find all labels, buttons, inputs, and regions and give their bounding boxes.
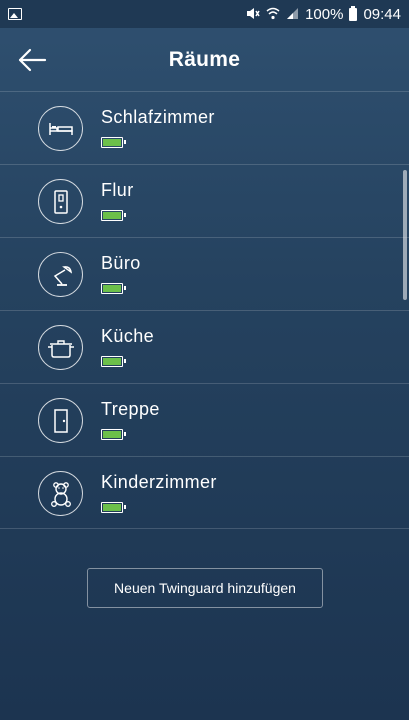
bed-icon: [38, 106, 83, 151]
room-name: Büro: [101, 253, 141, 273]
room-name: Kinderzimmer: [101, 472, 217, 492]
battery-fill: [103, 504, 121, 511]
battery-fill: [103, 285, 121, 292]
battery-indicator: [101, 502, 126, 513]
page-title: Räume: [168, 48, 241, 71]
battery-fill: [103, 358, 121, 365]
battery-indicator: [101, 283, 126, 294]
room-name: Schlafzimmer: [101, 107, 215, 127]
room-name: Küche: [101, 326, 155, 346]
room-item-flur[interactable]: Flur: [0, 164, 409, 237]
battery-indicator: [101, 210, 126, 221]
gallery-icon: [8, 8, 22, 20]
room-item-kinderzimmer[interactable]: Kinderzimmer: [0, 456, 409, 529]
app-header: Räume: [0, 28, 409, 92]
battery-indicator: [101, 137, 126, 148]
battery-indicator: [101, 429, 126, 440]
back-button[interactable]: [14, 42, 50, 78]
clock: 09:44: [363, 5, 401, 23]
room-item-buero[interactable]: Büro: [0, 237, 409, 310]
room-item-kueche[interactable]: Küche: [0, 310, 409, 383]
add-twinguard-button[interactable]: Neuen Twinguard hinzufügen: [87, 568, 323, 608]
signal-icon: [286, 7, 299, 22]
battery-icon: [349, 5, 358, 21]
door-icon: [38, 398, 83, 443]
room-list: Schlafzimmer Flur Büro Küche Treppe Kind…: [0, 91, 409, 529]
desk-lamp-icon: [38, 252, 83, 297]
battery-fill: [103, 139, 121, 146]
switch-icon: [38, 179, 83, 224]
room-name: Treppe: [101, 399, 160, 419]
status-bar: 100% 09:44: [0, 0, 409, 28]
battery-fill: [103, 212, 121, 219]
cooking-pot-icon: [38, 325, 83, 370]
wifi-icon: [266, 7, 280, 22]
teddy-bear-icon: [38, 471, 83, 516]
room-item-treppe[interactable]: Treppe: [0, 383, 409, 456]
room-name: Flur: [101, 180, 134, 200]
arrow-left-icon: [18, 48, 47, 72]
battery-indicator: [101, 356, 126, 367]
battery-fill: [103, 431, 121, 438]
battery-percent: 100%: [305, 5, 344, 23]
app-screen: 100% 09:44 Räume Schlafzimmer Flur Büro …: [0, 0, 409, 720]
mute-icon: [246, 7, 260, 22]
room-item-schlafzimmer[interactable]: Schlafzimmer: [0, 91, 409, 164]
scrollbar[interactable]: [403, 170, 407, 300]
